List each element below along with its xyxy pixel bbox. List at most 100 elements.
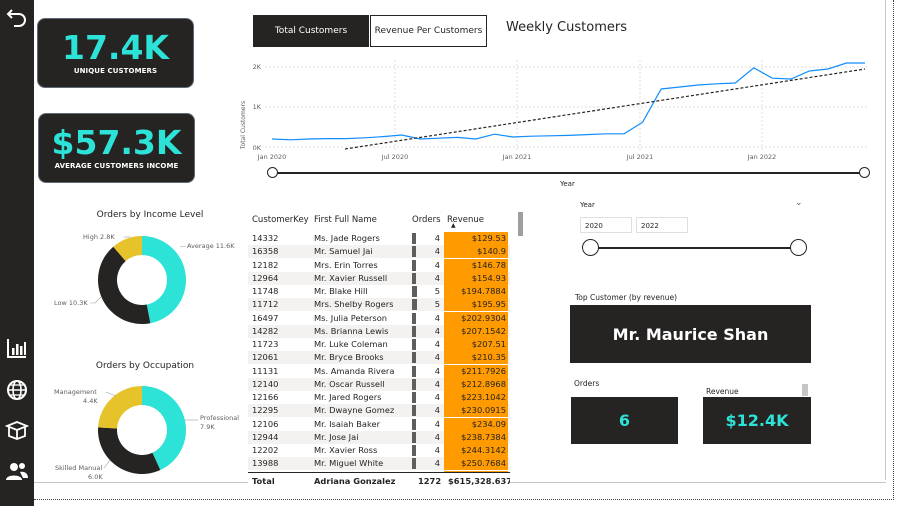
sort-desc-icon[interactable]: ▲ [451,222,456,229]
cell-orders: 4 [434,312,440,323]
x-tick-jan-2021: Jan 2021 [502,153,532,161]
table-row[interactable]: 14282 Ms. Brianna Lewis 4 $207.1542 [248,324,510,338]
table-row[interactable]: 12944 Mr. Jose Jai 4 $238.7384 [248,430,510,444]
table-row[interactable]: 12964 Mr. Xavier Russell 4 $154.93 [248,271,510,285]
table-row[interactable]: 16358 Mr. Samuel Jai 4 $140.9 [248,245,510,259]
table-row[interactable]: 14332 Ms. Jade Rogers 4 $129.53 [248,232,510,246]
cell-revenue: $202.9304 [444,311,508,325]
cell-name: Mrs. Shelby Rogers [314,299,394,310]
chevron-down-icon[interactable]: ⌄ [795,198,803,208]
table-row[interactable]: 12182 Mrs. Erin Torres 4 $146.78 [248,258,510,272]
bar-chart-icon[interactable] [5,336,29,360]
cell-revenue: $154.93 [444,271,508,285]
cell-revenue: $129.53 [444,232,508,246]
cell-orders: 4 [434,352,440,363]
x-slider-handle-right[interactable] [859,167,870,178]
revenue-card-scroll[interactable] [802,384,808,396]
donut-slice-skilled-manual[interactable] [98,427,161,474]
table-row[interactable]: 12106 Mr. Isaiah Baker 4 $234.09 [248,417,510,431]
users-icon[interactable] [5,459,29,483]
col-header-orders[interactable]: Orders [412,214,441,227]
table-row[interactable]: 11712 Mrs. Shelby Rogers 5 $195.95 [248,298,510,312]
year-range-slider[interactable] [590,247,798,249]
cell-customerkey: 12061 [252,352,279,363]
y-tick-1k: 1K [253,103,262,111]
cell-revenue: $230.0915 [444,404,508,418]
cell-orders: 4 [434,445,440,455]
table-header: CustomerKey First Full Name Orders Reven… [248,210,510,232]
cell-revenue: $140.9 [444,245,508,259]
donut-slice-average[interactable] [142,236,186,324]
year-to-input[interactable]: 2022 [636,217,688,233]
year-from-input[interactable]: 2020 [580,217,632,233]
donut-occ-label-professional: Professional [200,414,239,422]
donut-slice-management[interactable] [98,386,142,429]
cell-customerkey: 12182 [252,259,279,270]
col-header-name[interactable]: First Full Name [314,214,377,227]
table-row[interactable]: 16497 Ms. Julia Peterson 4 $202.9304 [248,311,510,325]
cell-name: Mr. Miguel White [314,458,384,469]
kpi-unique-customers: 17.4K UNIQUE CUSTOMERS [37,18,194,88]
table-row[interactable]: 12202 Mr. Xavier Ross 4 $244.3142 [248,444,510,458]
cell-name: Mr. Blake Hill [314,286,368,296]
x-slider-handle-left[interactable] [267,167,278,178]
cell-name: Mr. Dwayne Gomez [314,405,395,416]
box-icon[interactable] [5,418,29,442]
x-ticks: Jan 2020 Jul 2020 Jan 2021 Jul 2021 Jan … [257,153,777,161]
cell-revenue: $207.51 [444,338,508,352]
donut-occupation-title: Orders by Occupation [95,361,195,371]
table-row[interactable]: 12061 Mr. Bryce Brooks 4 $210.35 [248,351,510,365]
kpi-unique-customers-label: UNIQUE CUSTOMERS [73,67,158,75]
table-row[interactable]: 12295 Mr. Dwayne Gomez 4 $230.0915 [248,404,510,418]
cell-orders: 4 [434,378,440,389]
cell-customerkey: 12295 [252,405,279,416]
frame-bottom [34,499,894,500]
cell-name: Ms. Brianna Lewis [314,325,389,336]
cell-revenue: $207.1542 [444,324,508,338]
weekly-customers-chart: Total Customers 2K 1K 0K Jan 2020 Jul 20… [240,60,867,161]
y-tick-2k: 2K [253,63,262,71]
table-total-row: Total Adriana Gonzalez 1272 $615,328.637 [248,472,510,488]
cell-customerkey: 12202 [252,445,279,455]
series-line-trend [344,68,866,150]
cell-orders: 4 [434,458,440,469]
cell-customerkey: 11748 [252,286,279,296]
col-header-customerkey[interactable]: CustomerKey [252,214,309,227]
cell-name: Ms. Julia Peterson [314,312,388,323]
donut-occ-label-skilled: Skilled Manual [55,464,102,472]
top-customer-label: Top Customer (by revenue) [575,293,677,302]
globe-icon[interactable] [5,378,29,402]
year-slider-handle-right[interactable] [790,239,807,256]
cell-revenue: $146.78 [444,258,508,272]
table-row[interactable]: 13988 Mr. Miguel White 4 $250.7684 [248,457,510,471]
table-row[interactable]: 11723 Mr. Luke Coleman 4 $207.51 [248,338,510,352]
table-row[interactable]: 11131 Ms. Amanda Rivera 4 $211.7926 [248,364,510,378]
x-axis-title: Year [560,180,575,188]
cell-name: Mr. Jose Jai [314,431,359,442]
cell-name: Mr. Bryce Brooks [314,352,384,363]
donut-occupation-chart: Professional 7.9K Skilled Manual 6.0K Ma… [54,386,239,481]
cell-customerkey: 12964 [252,272,279,283]
cell-orders: 5 [434,299,440,310]
table-row[interactable]: 12140 Mr. Oscar Russell 4 $212.8968 [248,377,510,391]
x-tick-jan-2022: Jan 2022 [747,153,777,161]
table-row[interactable]: 11748 Mr. Blake Hill 5 $194.7884 [248,285,510,299]
x-axis-range-slider[interactable] [272,172,864,174]
table-scrollbar[interactable] [518,212,523,236]
table-row[interactable]: 12166 Mr. Jared Rogers 4 $223.1042 [248,391,510,405]
top-customer-card: Mr. Maurice Shan [570,305,811,363]
cell-revenue: $210.35 [444,351,508,365]
x-tick-jul-2020: Jul 2020 [381,153,408,161]
cell-orders: 4 [434,405,440,416]
back-arrow-icon[interactable] [5,4,29,28]
cell-name: Mr. Luke Coleman [314,339,388,349]
year-slider-handle-left[interactable] [582,239,599,256]
tab-revenue-per-customers[interactable]: Revenue Per Customers [370,15,487,47]
total-revenue: $615,328.637 [448,476,510,486]
cell-revenue: $238.7384 [444,430,508,444]
tab-total-customers[interactable]: Total Customers [253,15,369,47]
cell-name: Mr. Xavier Russell [314,272,388,283]
weekly-chart-title: Weekly Customers [506,20,627,35]
cell-customerkey: 16358 [252,246,279,257]
sidebar [0,0,34,506]
